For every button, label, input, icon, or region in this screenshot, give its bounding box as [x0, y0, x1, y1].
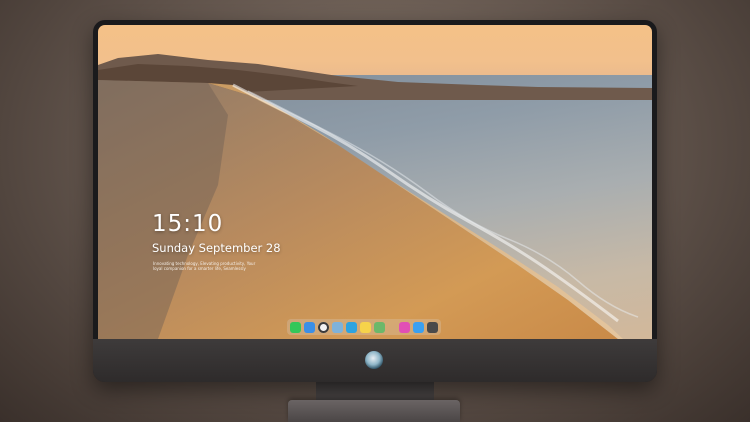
dock-separator [388, 322, 396, 333]
itunes-icon[interactable] [399, 321, 410, 333]
imac-monitor: 15:10 Sunday September 28 Innovating tec… [93, 20, 657, 382]
photos-icon[interactable] [374, 321, 385, 333]
messages-icon[interactable] [290, 321, 301, 333]
lock-screen-date: Sunday September 28 [152, 241, 281, 255]
dock [287, 319, 441, 335]
safari-icon[interactable] [318, 321, 329, 333]
finder-icon[interactable] [304, 321, 315, 333]
clapper-icon[interactable] [346, 321, 357, 333]
monitor-chin [93, 339, 657, 382]
lock-screen-time: 15:10 [152, 211, 224, 237]
desktop-screen: 15:10 Sunday September 28 Innovating tec… [98, 25, 652, 339]
app-store-icon[interactable] [413, 321, 424, 333]
notes-icon[interactable] [360, 321, 371, 333]
monitor-stand-base [288, 400, 460, 422]
camera-icon[interactable] [427, 321, 438, 333]
lock-screen-tagline: Innovating technology, Elevating product… [153, 261, 256, 271]
brand-logo-icon [365, 351, 383, 369]
preview-icon[interactable] [332, 321, 343, 333]
wallpaper-beach [98, 80, 639, 339]
